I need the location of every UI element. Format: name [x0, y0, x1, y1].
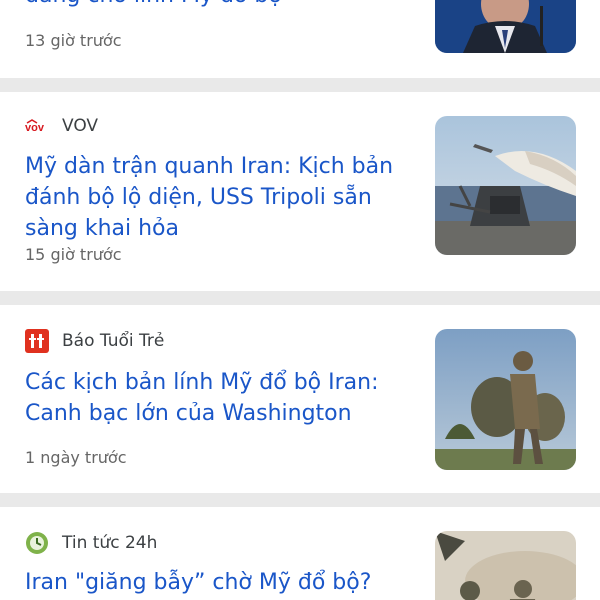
source-row: Tin tức 24h [25, 531, 157, 555]
article-headline[interactable]: đang cho lính Mỹ đổ bộ [25, 0, 410, 11]
vov-logo-icon: vov [25, 114, 49, 138]
article-thumbnail[interactable] [435, 0, 576, 53]
news-card[interactable]: đang cho lính Mỹ đổ bộ 13 giờ trước [0, 0, 600, 78]
article-time: 1 ngày trước [25, 448, 127, 467]
article-thumbnail[interactable] [435, 531, 576, 600]
article-headline[interactable]: Các kịch bản lính Mỹ đổ bộ Iran: Canh bạ… [25, 367, 410, 429]
news-card[interactable]: vov VOV Mỹ dàn trận quanh Iran: Kịch bản… [0, 92, 600, 291]
svg-text:vov: vov [25, 122, 45, 134]
news-card[interactable]: Tin tức 24h Iran "giăng bẫy” chờ Mỹ đổ b… [0, 507, 600, 600]
news-card[interactable]: Báo Tuổi Trẻ Các kịch bản lính Mỹ đổ bộ … [0, 305, 600, 493]
article-thumbnail[interactable] [435, 116, 576, 255]
article-time: 15 giờ trước [25, 245, 122, 264]
article-time: 13 giờ trước [25, 31, 122, 50]
tuoi-tre-logo-icon [25, 329, 49, 353]
source-name: Báo Tuổi Trẻ [62, 331, 165, 351]
article-thumbnail[interactable] [435, 329, 576, 470]
tin-tuc-24h-logo-icon [25, 531, 49, 555]
source-name: VOV [62, 116, 99, 136]
source-row: Báo Tuổi Trẻ [25, 329, 164, 353]
source-name: Tin tức 24h [62, 533, 158, 553]
article-headline[interactable]: Mỹ dàn trận quanh Iran: Kịch bản đánh bộ… [25, 151, 410, 244]
article-headline[interactable]: Iran "giăng bẫy” chờ Mỹ đổ bộ? [25, 567, 410, 598]
source-row: vov VOV [25, 114, 98, 138]
